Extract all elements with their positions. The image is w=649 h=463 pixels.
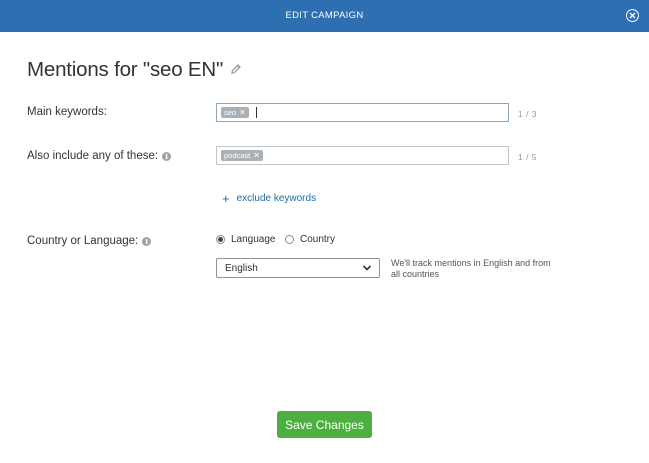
- modal-title: EDIT CAMPAIGN: [285, 10, 364, 21]
- radio-button-checked[interactable]: [216, 235, 225, 244]
- also-include-input[interactable]: podcast ✕: [216, 146, 509, 165]
- pencil-icon[interactable]: [230, 62, 242, 80]
- modal-header: EDIT CAMPAIGN: [0, 0, 649, 32]
- text-cursor: [255, 107, 257, 118]
- country-language-label-text: Country or Language:: [27, 235, 139, 247]
- chip-remove-icon[interactable]: ✕: [239, 107, 246, 118]
- main-keywords-label-text: Main keywords:: [27, 106, 107, 118]
- radio-button[interactable]: [285, 235, 294, 244]
- close-button[interactable]: [626, 9, 639, 22]
- plus-icon: +: [222, 190, 230, 206]
- also-include-count: 1 / 5: [518, 152, 538, 162]
- language-select-value: English: [225, 262, 258, 274]
- page-title: Mentions for "seo EN": [27, 58, 224, 81]
- info-icon[interactable]: i: [142, 236, 152, 246]
- keyword-chip: seo ✕: [221, 107, 249, 118]
- radio-language[interactable]: Language: [216, 234, 276, 245]
- also-include-label: Also include any of these: i: [27, 150, 172, 162]
- keyword-chip-label: podcast: [224, 151, 251, 160]
- radio-country-label: Country: [300, 234, 336, 245]
- chip-remove-icon[interactable]: ✕: [253, 150, 260, 161]
- keyword-chip: podcast ✕: [221, 150, 263, 161]
- edit-campaign-modal: EDIT CAMPAIGN Mentions for "seo EN" Main…: [0, 0, 649, 463]
- main-keywords-label: Main keywords:: [27, 106, 107, 118]
- radio-country[interactable]: Country: [285, 234, 335, 245]
- also-include-label-text: Also include any of these:: [27, 150, 159, 162]
- language-select[interactable]: English: [216, 258, 380, 278]
- main-keywords-input[interactable]: seo ✕: [216, 103, 509, 122]
- close-icon: [629, 12, 636, 19]
- page-title-row: Mentions for "seo EN": [27, 58, 242, 82]
- tracking-hint: We'll track mentions in English and from…: [391, 258, 551, 279]
- country-language-label: Country or Language: i: [27, 235, 152, 247]
- chevron-down-icon: [362, 265, 372, 271]
- radio-language-label: Language: [231, 234, 276, 245]
- main-keywords-count: 1 / 3: [518, 109, 538, 119]
- keyword-chip-label: seo: [224, 108, 237, 117]
- exclude-keywords-link[interactable]: + exclude keywords: [222, 190, 317, 206]
- info-icon[interactable]: i: [162, 151, 172, 161]
- save-changes-button[interactable]: Save Changes: [277, 411, 372, 438]
- exclude-keywords-label: exclude keywords: [236, 193, 317, 204]
